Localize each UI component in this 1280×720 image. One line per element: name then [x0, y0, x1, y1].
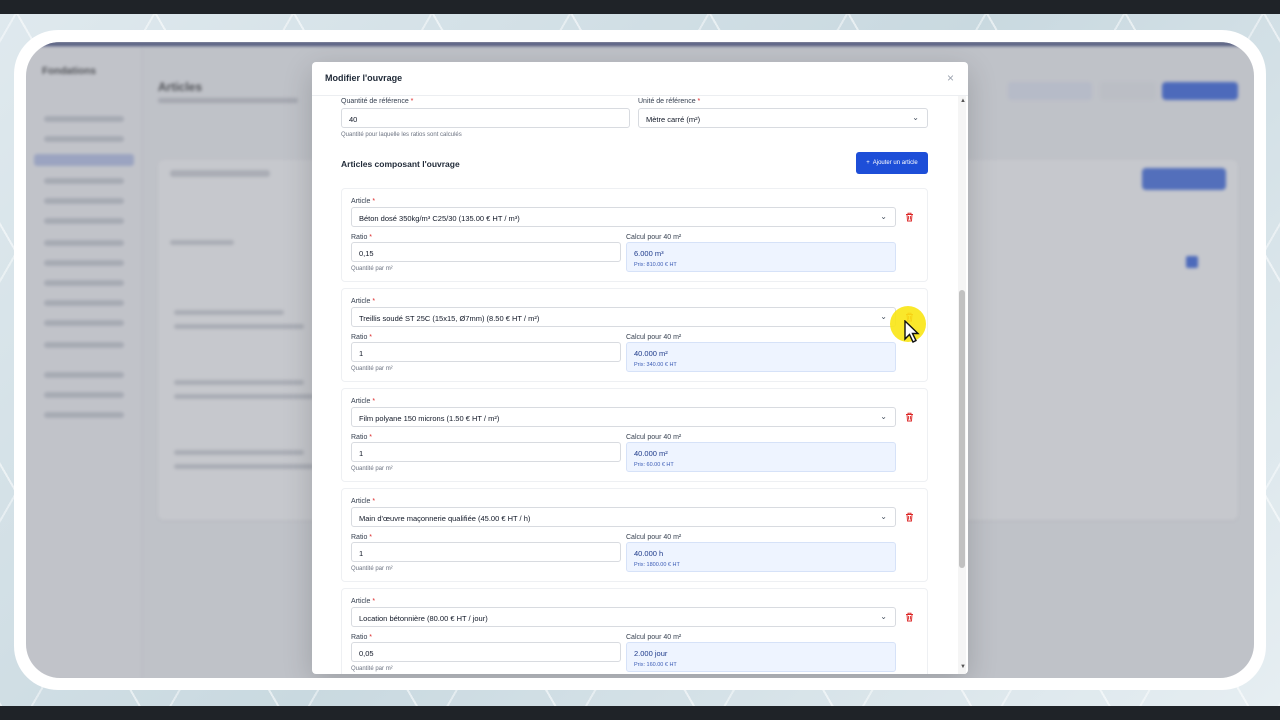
modal-header: Modifier l'ouvrage ×: [312, 62, 968, 96]
bottom-letterbox: [0, 706, 1280, 720]
reference-quantity-label: Quantité de référence *: [341, 98, 414, 105]
close-icon[interactable]: ×: [947, 71, 954, 85]
ratio-input[interactable]: 1: [351, 442, 621, 462]
article-label: Article *: [351, 198, 376, 205]
calc-label: Calcul pour 40 m²: [626, 334, 682, 341]
calc-result-box: 2.000 jour Prix: 160.00 € HT: [626, 642, 896, 672]
article-select[interactable]: Treillis soudé ST 25C (15x15, Ø7mm) (8.5…: [351, 307, 896, 327]
ratio-hint: Quantité par m²: [351, 666, 393, 672]
plus-icon: +: [866, 160, 870, 166]
article-label: Article *: [351, 398, 376, 405]
ratio-input[interactable]: 1: [351, 542, 621, 562]
scroll-down-icon[interactable]: ▼: [960, 664, 966, 670]
ratio-input[interactable]: 1: [351, 342, 621, 362]
article-card: Article * Main d'œuvre maçonnerie qualif…: [341, 488, 928, 582]
trash-icon[interactable]: [905, 412, 914, 424]
top-letterbox: [0, 0, 1280, 14]
chevron-down-icon: ⌄: [912, 113, 919, 122]
modal-body: Quantité de référence * 40 Quantité pour…: [312, 96, 968, 674]
article-select[interactable]: Film polyane 150 microns (1.50 € HT / m²…: [351, 407, 896, 427]
trash-icon[interactable]: [905, 612, 914, 624]
calc-value: 40.000 m²: [634, 349, 668, 358]
article-card: Article * Béton dosé 350kg/m³ C25/30 (13…: [341, 188, 928, 282]
ratio-hint: Quantité par m²: [351, 366, 393, 372]
calc-value: 2.000 jour: [634, 649, 668, 658]
edit-ouvrage-modal: Modifier l'ouvrage × Quantité de référen…: [312, 62, 968, 674]
chevron-down-icon: ⌄: [880, 312, 887, 321]
article-card: Article * Location bétonnière (80.00 € H…: [341, 588, 928, 674]
ratio-label: Ratio *: [351, 434, 373, 441]
article-label: Article *: [351, 498, 376, 505]
reference-quantity-input[interactable]: 40: [341, 108, 630, 128]
ratio-label: Ratio *: [351, 534, 373, 541]
article-select[interactable]: Main d'œuvre maçonnerie qualifiée (45.00…: [351, 507, 896, 527]
ratio-hint: Quantité par m²: [351, 466, 393, 472]
cursor-icon: [904, 320, 920, 343]
section-title: Articles composant l'ouvrage: [341, 159, 460, 169]
scroll-up-icon[interactable]: ▲: [960, 98, 966, 104]
chevron-down-icon: ⌄: [880, 412, 887, 421]
article-label: Article *: [351, 298, 376, 305]
modal-title: Modifier l'ouvrage: [325, 73, 403, 83]
add-article-button[interactable]: + Ajouter un article: [856, 152, 928, 174]
calc-result-box: 40.000 h Prix: 1800.00 € HT: [626, 542, 896, 572]
add-article-label: Ajouter un article: [872, 160, 918, 166]
article-label: Article *: [351, 598, 376, 605]
calc-price: Prix: 340.00 € HT: [634, 362, 677, 368]
trash-icon[interactable]: [905, 212, 914, 224]
ratio-hint: Quantité par m²: [351, 566, 393, 572]
ratio-label: Ratio *: [351, 634, 373, 641]
calc-price: Prix: 160.00 € HT: [634, 662, 677, 668]
trash-icon[interactable]: [905, 512, 914, 524]
calc-price: Prix: 60.00 € HT: [634, 462, 674, 468]
ratio-label: Ratio *: [351, 334, 373, 341]
calc-price: Prix: 1800.00 € HT: [634, 562, 680, 568]
article-card: Article * Film polyane 150 microns (1.50…: [341, 388, 928, 482]
calc-value: 40.000 h: [634, 549, 664, 558]
calc-value: 40.000 m²: [634, 449, 668, 458]
article-select[interactable]: Location bétonnière (80.00 € HT / jour) …: [351, 607, 896, 627]
calc-result-box: 6.000 m³ Prix: 810.00 € HT: [626, 242, 896, 272]
ratio-input[interactable]: 0,05: [351, 642, 621, 662]
calc-value: 6.000 m³: [634, 249, 664, 258]
reference-quantity-hint: Quantité pour laquelle les ratios sont c…: [341, 132, 462, 138]
calc-label: Calcul pour 40 m²: [626, 434, 682, 441]
reference-unit-select[interactable]: Mètre carré (m²) ⌄: [638, 108, 928, 128]
scrollbar-thumb[interactable]: [959, 290, 965, 568]
calc-label: Calcul pour 40 m²: [626, 234, 682, 241]
calc-label: Calcul pour 40 m²: [626, 634, 682, 641]
chevron-down-icon: ⌄: [880, 612, 887, 621]
chevron-down-icon: ⌄: [880, 212, 887, 221]
calc-price: Prix: 810.00 € HT: [634, 262, 677, 268]
ratio-label: Ratio *: [351, 234, 373, 241]
article-select[interactable]: Béton dosé 350kg/m³ C25/30 (135.00 € HT …: [351, 207, 896, 227]
article-card: Article * Treillis soudé ST 25C (15x15, …: [341, 288, 928, 382]
calc-label: Calcul pour 40 m²: [626, 534, 682, 541]
calc-result-box: 40.000 m² Prix: 60.00 € HT: [626, 442, 896, 472]
reference-unit-label: Unité de référence *: [638, 98, 701, 105]
screen: Fondations Articles Modifier l'ouvrage ×…: [26, 42, 1254, 678]
chevron-down-icon: ⌄: [880, 512, 887, 521]
calc-result-box: 40.000 m² Prix: 340.00 € HT: [626, 342, 896, 372]
ratio-hint: Quantité par m²: [351, 266, 393, 272]
ratio-input[interactable]: 0,15: [351, 242, 621, 262]
